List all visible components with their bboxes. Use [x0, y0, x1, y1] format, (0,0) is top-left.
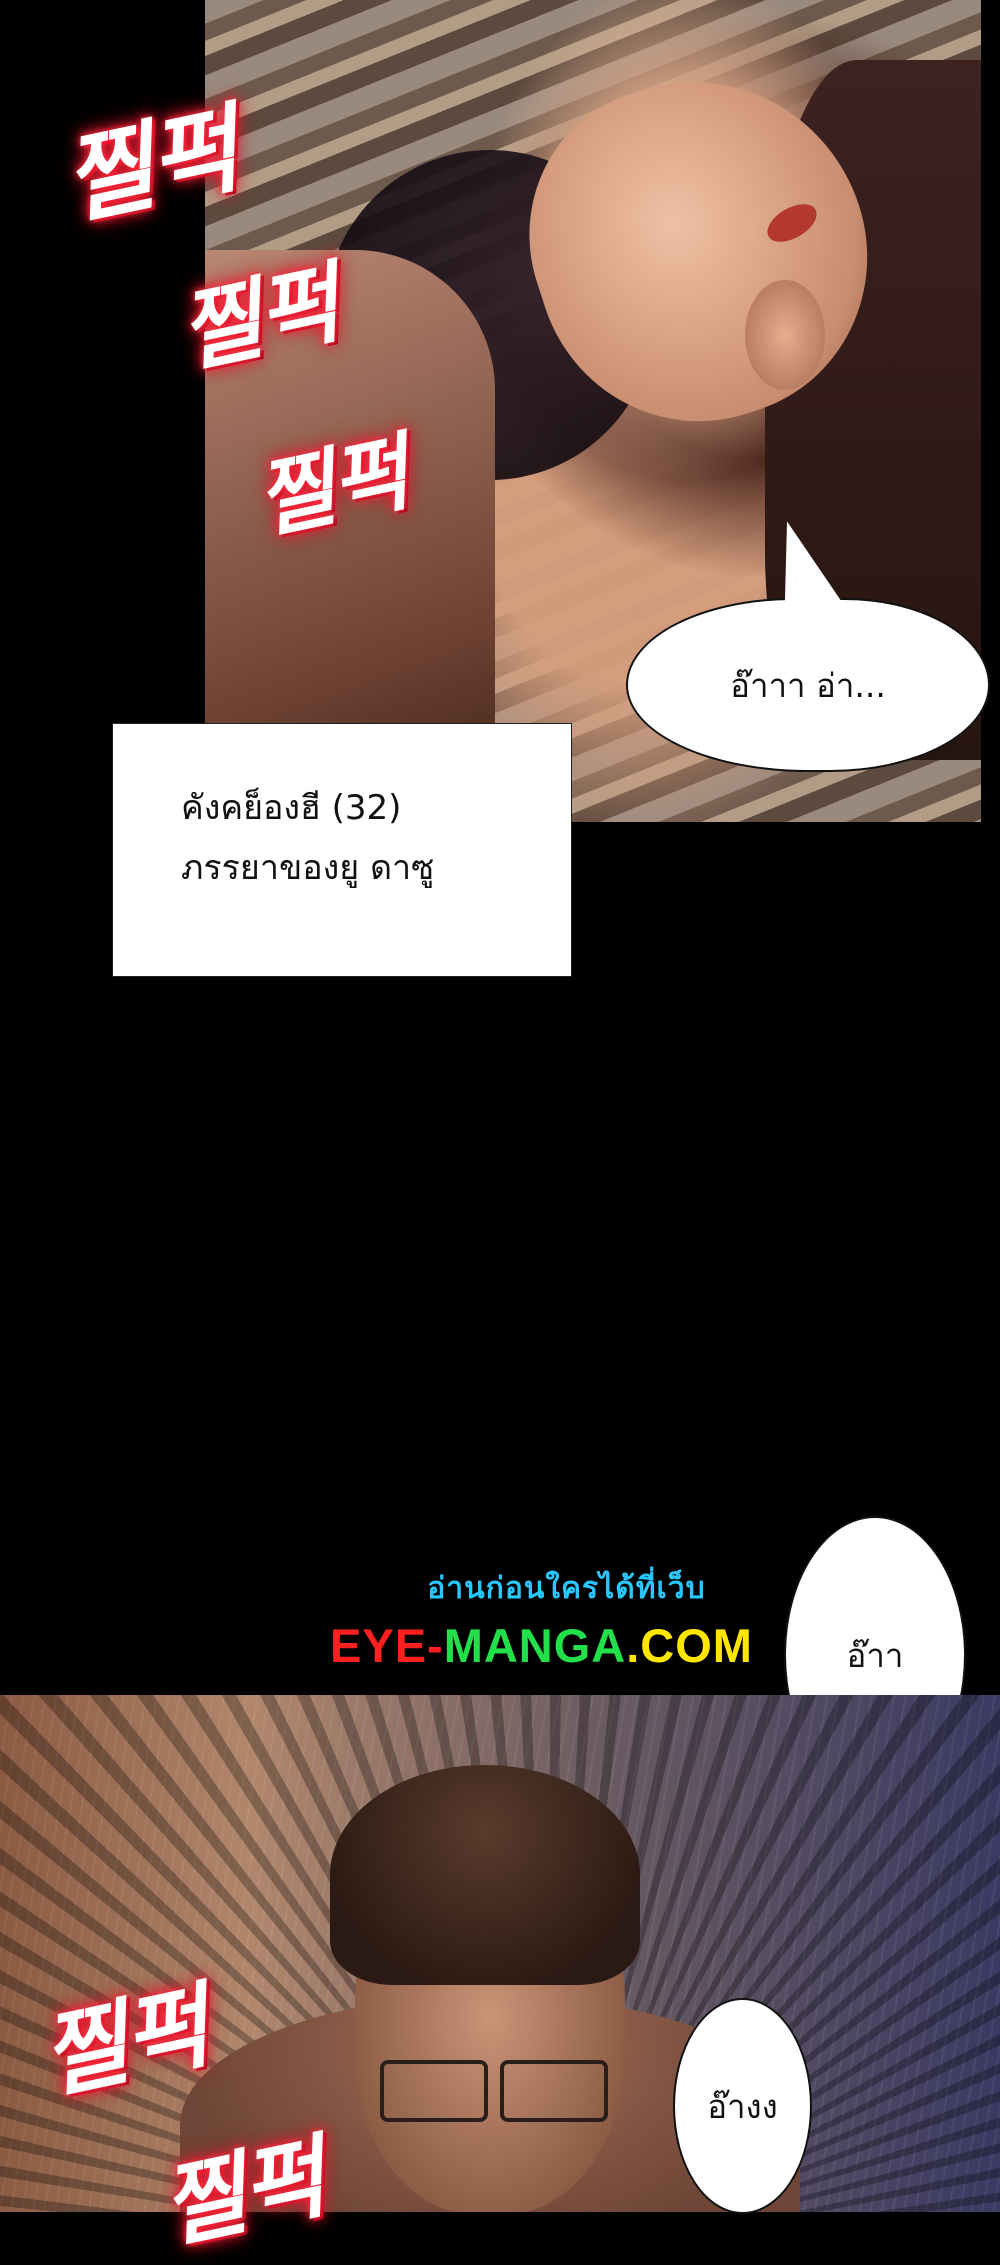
caption-line-name: คังคย็องฮี (32) [181, 788, 402, 828]
caption-line-role: ภรรยาของยู ดาซู [181, 848, 435, 888]
character-caption-box: คังคย็องฮี (32) ภรรยาของยู ดาซู [112, 723, 572, 977]
promo-tagline: อ่านก่อนใครได้ที่เว็บ [427, 1572, 706, 1605]
promo-site-eye: EYE [330, 1619, 428, 1672]
promo-site-manga: MANGA [443, 1619, 627, 1672]
promo-site-dash: - [427, 1619, 444, 1672]
promo-site-name: EYE-MANGA.COM [330, 1618, 753, 1673]
ear-illustration [745, 280, 825, 390]
man-hair-illustration [330, 1765, 640, 1985]
glasses-right-lens [500, 2060, 608, 2122]
speech-text-moan-top: อ๊าาา อ่า... [730, 665, 886, 705]
glasses-left-lens [380, 2060, 488, 2122]
speech-text-moan-mid: อ๊าา [846, 1635, 904, 1675]
speech-bubble-oval-bottom: อ๊างง [675, 2000, 810, 2212]
promo-site-com: .COM [626, 1619, 753, 1672]
speech-text-moan-bottom: อ๊างง [707, 2086, 778, 2126]
site-promo-watermark: อ่านก่อนใครได้ที่เว็บ EYE-MANGA.COM [330, 1565, 753, 1673]
bottom-comic-panel [0, 1695, 1000, 2212]
speech-bubble-spiky: อ๊าาา อ่า... [628, 600, 988, 770]
